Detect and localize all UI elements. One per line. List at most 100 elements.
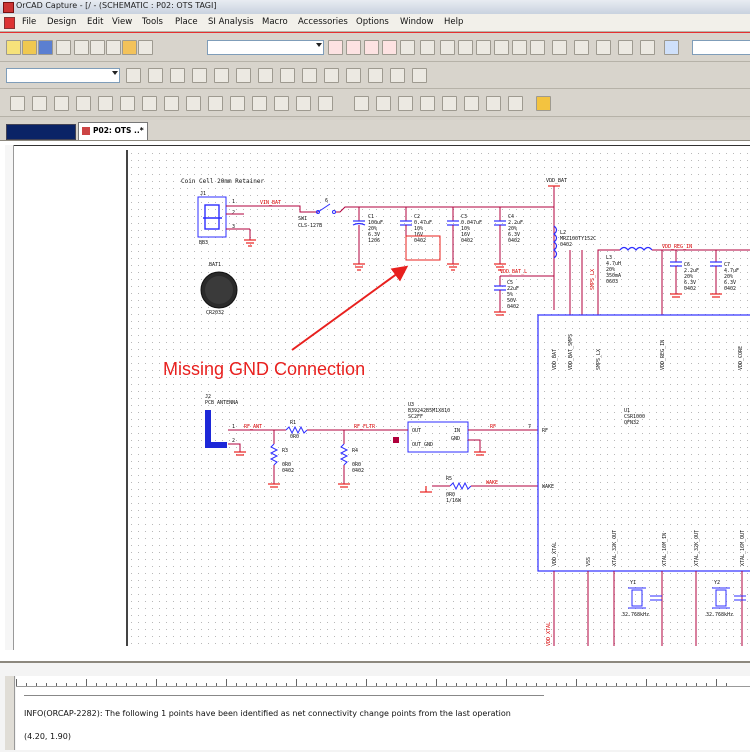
c5-pkg: 0402: [507, 304, 519, 310]
ruler-tick: [416, 683, 417, 686]
cap-c2[interactable]: [400, 207, 412, 236]
ruler-tick: [266, 683, 267, 686]
ruler-tick: [66, 683, 67, 686]
c3-pkg: 0402: [461, 238, 473, 244]
u3-pin-out: OUT: [412, 428, 421, 434]
ruler-tick: [306, 683, 307, 686]
ruler-tick: [466, 683, 467, 686]
u1-pin-xtal16-in: XTAL_16M_IN: [662, 533, 668, 566]
r3-pkg: 0402: [282, 468, 294, 474]
sw1-switch[interactable]: [316, 203, 336, 214]
u1-pkg: QFN32: [624, 420, 639, 426]
j1-label: J1: [200, 191, 206, 197]
u1-pin-wake: WAKE: [542, 484, 554, 490]
ruler-tick: [366, 679, 367, 686]
c6-pkg: 0402: [684, 286, 696, 292]
u3-pkg: SC2FF: [408, 414, 423, 420]
u1-pin-xtal16-out: XTAL_16M_OUT: [740, 530, 746, 566]
j2-value: PCB ANTENNA: [205, 400, 238, 406]
cap-c4[interactable]: [494, 207, 506, 271]
net-vdd-xtal: VDD_XTAL: [546, 622, 552, 646]
ruler-tick: [626, 683, 627, 686]
ruler-tick: [636, 683, 637, 686]
net-smps-lx: SMPS_LX: [590, 269, 596, 290]
crystal-y2[interactable]: [712, 587, 730, 609]
svg-text:2: 2: [232, 438, 235, 444]
ruler-tick: [86, 679, 87, 686]
bat1-value: CR2032: [206, 310, 224, 316]
u1-pin-vdd-bat-smps: VDD_BAT_SMPS: [568, 334, 574, 370]
ruler-tick: [346, 683, 347, 686]
resistor-r1[interactable]: [285, 425, 308, 435]
u3-pin-gnd: GND: [451, 436, 460, 442]
ruler-tick: [106, 683, 107, 686]
u1-pin-vdd-reg-in: VDD_REG_IN: [660, 340, 666, 370]
cap-c3[interactable]: [447, 207, 459, 271]
cap-c6[interactable]: [670, 250, 682, 298]
ruler-tick: [586, 683, 587, 686]
resistor-r3[interactable]: [269, 443, 279, 466]
ruler-tick: [156, 679, 157, 686]
l3-pkg: 0603: [606, 279, 618, 285]
cap-c7[interactable]: [710, 250, 722, 298]
ruler-tick: [226, 679, 227, 686]
ruler-tick: [696, 683, 697, 686]
cap-c1[interactable]: [352, 207, 366, 271]
ruler-tick: [436, 679, 437, 686]
j1-holder[interactable]: [197, 196, 227, 238]
u1-pin-smps-lx: SMPS_LX: [596, 349, 602, 370]
ruler-tick: [336, 683, 337, 686]
session-log-ruler: [16, 676, 750, 687]
net-wake: WAKE: [486, 480, 498, 486]
ruler-tick: [476, 683, 477, 686]
r1-value: 0R0: [290, 434, 299, 440]
log-line-info: INFO(ORCAP-2282): The following 1 points…: [24, 709, 511, 718]
session-log-text[interactable]: INFO(ORCAP-2282): The following 1 points…: [16, 687, 750, 750]
annotation-arrow: [291, 265, 409, 351]
ruler-tick: [216, 683, 217, 686]
net-vdd-bat-l: VDD_BAT_L: [500, 269, 527, 275]
u1-pin-vdd-core: VDD_CORE: [738, 346, 744, 370]
ruler-tick: [446, 683, 447, 686]
ruler-tick: [376, 683, 377, 686]
log-separator: [24, 695, 544, 696]
net-vin-bat: VIN_BAT: [260, 200, 281, 206]
inductor-l3[interactable]: [619, 246, 653, 251]
cap-c5[interactable]: [494, 276, 506, 316]
r5-rating: 1/16W: [446, 498, 462, 504]
ruler-tick: [186, 683, 187, 686]
ruler-tick: [606, 683, 607, 686]
c7-pkg: 0402: [724, 286, 736, 292]
ruler-tick: [176, 683, 177, 686]
ruler-tick: [166, 683, 167, 686]
crystal-y1[interactable]: [628, 587, 646, 609]
net-rf: RF: [490, 424, 496, 430]
u3-pin-outgnd: OUT_GND: [412, 442, 433, 448]
ruler-tick: [386, 683, 387, 686]
ruler-tick: [396, 683, 397, 686]
ruler-tick: [496, 683, 497, 686]
ruler-tick: [726, 683, 727, 686]
r5-ref: R5: [446, 476, 452, 482]
ruler-tick: [706, 683, 707, 686]
ruler-tick: [26, 683, 27, 686]
u1-pin-rf: RF: [542, 428, 548, 434]
vdd-bat-power: VDD_BAT: [546, 178, 567, 184]
l2-pkg: 0402: [560, 242, 572, 248]
ruler-tick: [566, 683, 567, 686]
ruler-tick: [46, 683, 47, 686]
pcb-antenna[interactable]: [205, 410, 227, 448]
ruler-tick: [286, 683, 287, 686]
c4-pkg: 0402: [508, 238, 520, 244]
svg-text:2: 2: [232, 210, 235, 216]
ruler-tick: [356, 683, 357, 686]
ruler-tick: [136, 683, 137, 686]
ruler-tick: [146, 683, 147, 686]
resistor-r4[interactable]: [339, 443, 349, 466]
ruler-tick: [56, 683, 57, 686]
ruler-tick: [456, 683, 457, 686]
ruler-tick: [96, 683, 97, 686]
ruler-tick: [686, 683, 687, 686]
resistor-r5[interactable]: [449, 481, 472, 491]
c2-pkg: 0402: [414, 238, 426, 244]
